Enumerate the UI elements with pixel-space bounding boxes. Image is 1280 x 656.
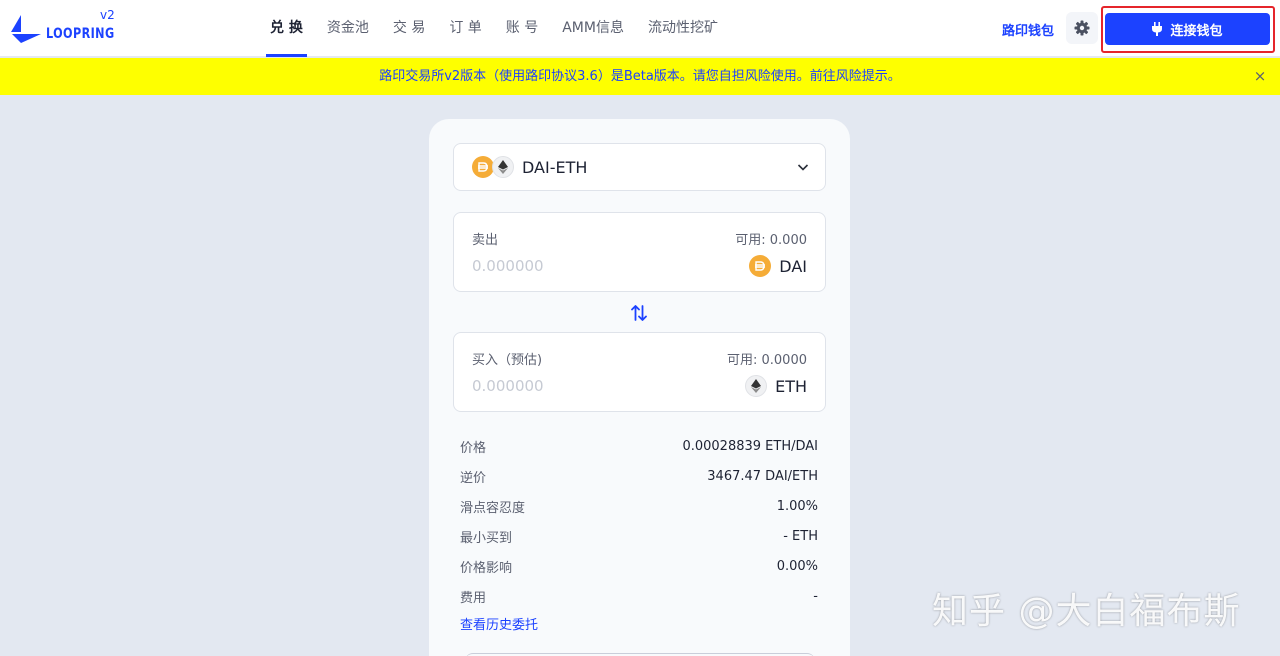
logo-text: LOOPRING [46,26,115,42]
min-received-label: 最小买到 [460,530,513,546]
swap-card: DAI-ETH 卖出 可用: 0.000 0.000000 DAI 买入（预估)… [429,119,850,656]
plug-icon [1152,22,1163,36]
nav-swap[interactable]: 兑 换 [258,0,315,57]
slippage-label: 滑点容忍度 [460,500,526,516]
sell-panel: 卖出 可用: 0.000 0.000000 DAI [453,212,826,292]
gear-icon [1074,20,1090,36]
nav-liquidity-mining[interactable]: 流动性挖矿 [636,0,730,57]
connect-wallet-button[interactable]: 连接钱包 [1105,13,1270,45]
dai-token-icon [472,156,494,178]
detail-row: 费用 - [460,581,818,611]
version-label: v2 [100,8,115,22]
main-nav: 兑 换 资金池 交 易 订 单 账 号 AMM信息 流动性挖矿 [258,0,730,57]
inverse-price-label: 逆价 [460,470,487,486]
buy-token-symbol: ETH [775,376,807,396]
loopring-logo-icon [11,15,41,43]
loopring-wallet-link[interactable]: 路印钱包 [1002,20,1054,39]
sell-label: 卖出 [472,233,499,248]
price-impact-value: 0.00% [776,558,818,574]
buy-amount-input[interactable]: 0.000000 [472,377,544,395]
fee-label: 费用 [460,590,487,606]
buy-available: 可用: 0.0000 [727,353,807,368]
sell-amount-input[interactable]: 0.000000 [472,257,544,275]
dai-token-icon [749,255,772,277]
buy-panel: 买入（预估) 可用: 0.0000 0.000000 ETH [453,332,826,412]
detail-row: 滑点容忍度 1.00% [460,491,818,521]
connect-wallet-label: 连接钱包 [1170,23,1223,39]
detail-row: 价格影响 0.00% [460,551,818,581]
banner-text[interactable]: 路印交易所v2版本（使用路印协议3.6）是Beta版本。请您自担风险使用。前往风… [379,69,901,84]
price-impact-label: 价格影响 [460,560,513,576]
nav-pools[interactable]: 资金池 [315,0,381,57]
detail-row: 最小买到 - ETH [460,521,818,551]
min-received-value: - ETH [783,528,818,544]
sell-token-symbol: DAI [779,256,807,276]
top-navigation-bar: LOOPRING v2 兑 换 资金池 交 易 订 单 账 号 AMM信息 流动… [0,0,1280,57]
trade-details: 价格 0.00028839 ETH/DAI 逆价 3467.47 DAI/ETH… [460,431,818,611]
price-label: 价格 [460,440,487,456]
close-icon[interactable]: × [1253,58,1267,95]
sell-available: 可用: 0.000 [735,233,807,248]
buy-label: 买入（预估) [472,353,543,368]
nav-trade[interactable]: 交 易 [381,0,437,57]
detail-row: 逆价 3467.47 DAI/ETH [460,461,818,491]
pair-name: DAI-ETH [522,157,588,177]
order-history-link[interactable]: 查看历史委托 [460,614,538,633]
pair-selector[interactable]: DAI-ETH [453,143,826,191]
detail-row: 价格 0.00028839 ETH/DAI [460,431,818,461]
price-value: 0.00028839 ETH/DAI [682,438,818,454]
sell-token[interactable]: DAI [749,255,807,277]
eth-token-icon [492,156,514,178]
buy-token[interactable]: ETH [745,375,807,397]
nav-amm-info[interactable]: AMM信息 [550,0,636,57]
nav-orders[interactable]: 订 单 [437,0,493,57]
chevron-down-icon [797,164,809,171]
beta-warning-banner: 路印交易所v2版本（使用路印协议3.6）是Beta版本。请您自担风险使用。前往风… [0,58,1280,95]
inverse-price-value: 3467.47 DAI/ETH [707,468,818,484]
eth-token-icon [745,375,768,397]
nav-account[interactable]: 账 号 [494,0,550,57]
settings-button[interactable] [1066,12,1098,44]
fee-value: - [813,588,818,604]
watermark: 知乎 @大白福布斯 [932,591,1241,632]
swap-direction-icon[interactable] [631,304,647,322]
slippage-value[interactable]: 1.00% [777,499,818,514]
